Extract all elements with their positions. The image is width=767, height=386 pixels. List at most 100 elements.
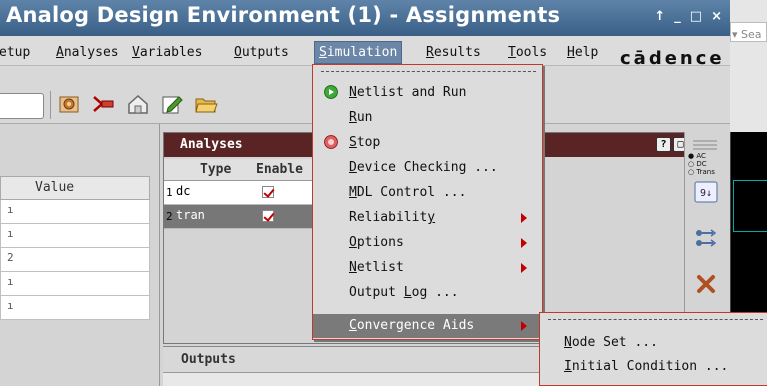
tear-off-line[interactable]: [321, 71, 536, 72]
delete-icon[interactable]: [693, 272, 719, 296]
menu-analyses[interactable]: Analyses: [56, 45, 119, 60]
menu-outputs[interactable]: Outputs: [234, 45, 289, 60]
search-placeholder-text: Sea: [741, 28, 762, 41]
mnemonic: I: [564, 359, 572, 374]
move-up-icon[interactable]: ↑: [654, 9, 665, 24]
simulation-menu: Netlist and Run Run Stop Device Checking…: [312, 64, 543, 340]
toolbar-input[interactable]: [0, 93, 44, 119]
menu-item-label: Stop: [349, 135, 380, 150]
menu-outputs-label: utputs: [241, 45, 289, 60]
enable-checkbox[interactable]: [262, 210, 274, 222]
variable-row[interactable]: ı: [0, 224, 150, 248]
label-rest: top: [356, 135, 381, 150]
menu-item-netlist-and-run[interactable]: Netlist and Run: [313, 81, 542, 105]
maximize-icon[interactable]: □: [690, 9, 702, 24]
radio-dc[interactable]: ○ DC: [688, 160, 715, 168]
menu-simulation-mnemonic: S: [319, 45, 327, 60]
analysis-type: tran: [176, 208, 205, 222]
open-folder-icon[interactable]: [194, 93, 218, 115]
analysis-row-dc[interactable]: 1 dc: [164, 181, 314, 205]
variable-row[interactable]: ı: [0, 296, 150, 320]
mnemonic: N: [564, 335, 572, 350]
menu-item-device-checking[interactable]: Device Checking ...: [313, 156, 542, 180]
menu-item-reliability[interactable]: Reliability: [313, 206, 542, 230]
label-rest: og ...: [411, 285, 459, 300]
variable-value: ı: [7, 299, 14, 312]
window-title: Analog Design Environment (1) - Assignme…: [6, 3, 561, 27]
menu-analyses-label: nalyses: [63, 45, 119, 60]
menu-item-stop[interactable]: Stop: [313, 131, 542, 155]
variable-row[interactable]: ı: [0, 200, 150, 224]
close-icon[interactable]: ×: [711, 9, 722, 24]
mnemonic: N: [349, 85, 357, 100]
enable-checkbox[interactable]: [262, 186, 274, 198]
help-icon[interactable]: ?: [656, 137, 671, 152]
mnemonic: D: [349, 160, 357, 175]
window-title-bar[interactable]: Analog Design Environment (1) - Assignme…: [0, 0, 730, 36]
menu-simulation[interactable]: Simulation: [314, 41, 403, 64]
menu-setup[interactable]: etup: [0, 45, 30, 60]
analysis-row-tran[interactable]: 2 tran: [164, 205, 314, 229]
variable-row[interactable]: 2: [0, 248, 150, 272]
label-rest: DL Control ...: [356, 185, 467, 200]
menu-item-output-log[interactable]: Output Log ...: [313, 281, 542, 305]
radio-trans-label: Trans: [696, 168, 715, 176]
variable-row[interactable]: ı: [0, 272, 150, 296]
menu-item-label: Output Log ...: [349, 285, 459, 300]
menu-item-run[interactable]: Run: [313, 106, 542, 130]
radio-dc-label: DC: [696, 160, 707, 168]
analysis-type: dc: [176, 184, 191, 198]
window-controls: ↑ _ □ ×: [654, 9, 722, 24]
menu-variables[interactable]: Variables: [132, 45, 202, 60]
play-icon: [324, 85, 338, 99]
menu-item-mdl-control[interactable]: MDL Control ...: [313, 181, 542, 205]
menu-item-label: MDL Control ...: [349, 185, 466, 200]
menu-tools-label: ools: [515, 45, 548, 60]
variable-value: 2: [7, 251, 14, 264]
menu-item-node-set[interactable]: Node Set ...: [564, 335, 658, 350]
mnemonic: C: [349, 318, 357, 333]
waveform-box: [733, 180, 767, 232]
label-rest: onvergence Aids: [356, 318, 475, 333]
svg-text:9↓: 9↓: [700, 188, 712, 199]
label-rest: evice Checking ...: [356, 160, 498, 175]
menu-analyses-mnemonic: A: [56, 45, 64, 60]
edit-icon[interactable]: [160, 93, 184, 115]
variable-value: ı: [7, 203, 14, 216]
tear-off-line[interactable]: [548, 319, 763, 320]
toolbar-separator: [50, 91, 51, 119]
search-placeholder: ▾ Sea: [732, 28, 762, 41]
radio-trans[interactable]: ○ Trans: [688, 168, 715, 176]
variables-header: Value: [0, 176, 150, 200]
mnemonic: N: [349, 260, 357, 275]
menu-item-convergence-aids[interactable]: Convergence Aids: [313, 314, 542, 338]
radio-ac-label: AC: [696, 152, 706, 160]
screen: Analog Design Environment (1) - Assignme…: [0, 0, 767, 386]
numeric-icon[interactable]: 9↓: [693, 180, 719, 204]
row-number: 1: [166, 186, 173, 199]
mnemonic: O: [349, 235, 357, 250]
menu-simulation-label: imulation: [326, 45, 398, 60]
menu-item-netlist[interactable]: Netlist: [313, 256, 542, 280]
menu-tools[interactable]: Tools: [508, 45, 547, 60]
menu-item-initial-condition[interactable]: Initial Condition ...: [564, 359, 728, 374]
menu-item-label: Netlist and Run: [349, 85, 466, 100]
design-setup-icon[interactable]: [58, 93, 82, 115]
menu-results[interactable]: Results: [426, 45, 481, 60]
menu-item-label: Run: [349, 110, 372, 125]
type-column-header: Type: [200, 162, 232, 177]
menu-help[interactable]: Help: [567, 45, 598, 60]
lines-icon: [693, 140, 717, 150]
menu-help-label: elp: [574, 45, 599, 60]
submenu-arrow-icon: [521, 263, 527, 273]
probe-icon[interactable]: [92, 93, 116, 115]
analyses-title: Analyses: [180, 137, 243, 152]
home-icon[interactable]: [126, 93, 150, 115]
netlist-icon[interactable]: [693, 226, 719, 250]
menu-setup-label: etup: [0, 45, 31, 60]
minimize-icon[interactable]: _: [674, 9, 681, 24]
radio-ac[interactable]: ● AC: [688, 152, 715, 160]
menu-item-options[interactable]: Options: [313, 231, 542, 255]
analyses-table-header: Type Enable: [164, 159, 314, 181]
label-rest: etlist and Run: [356, 85, 467, 100]
